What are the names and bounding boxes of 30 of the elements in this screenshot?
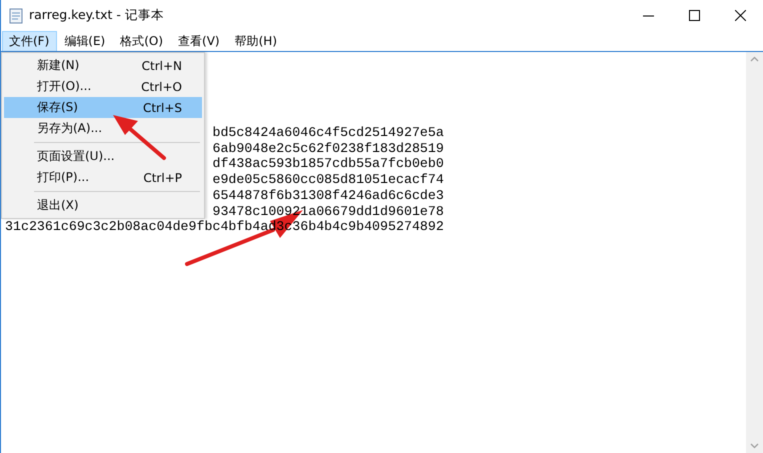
scroll-down-icon[interactable] bbox=[750, 443, 759, 449]
menu-item[interactable]: 帮助(H) bbox=[228, 31, 285, 51]
menu-option[interactable]: 退出(X) bbox=[4, 195, 202, 216]
menu-option[interactable]: 打开(O)... Ctrl+O bbox=[4, 76, 202, 97]
menu-item[interactable]: 文件(F) bbox=[2, 31, 58, 51]
menu-option[interactable]: 另存为(A)... bbox=[4, 118, 202, 139]
scrollbar[interactable] bbox=[746, 52, 763, 453]
shortcut-label: Ctrl+O bbox=[141, 80, 182, 94]
scroll-up-icon[interactable] bbox=[750, 56, 759, 62]
shortcut-label: Ctrl+N bbox=[142, 58, 182, 72]
text-line: e9de05c5860cc085d81051ecacf74 bbox=[212, 172, 444, 188]
shortcut-label: Ctrl+S bbox=[142, 100, 182, 114]
text-line: 6544878f6b31308f4246ad6c6cde3 bbox=[212, 188, 444, 204]
window-title: rarreg.key.txt - 记事本 bbox=[29, 7, 165, 24]
text-line: df438ac593b1857cdb55a7fcb0eb0 bbox=[212, 156, 444, 172]
menu-option[interactable]: 保存(S) Ctrl+S bbox=[4, 97, 202, 118]
menu-item[interactable]: 格式(O) bbox=[113, 31, 172, 51]
menu-option[interactable]: 打印(P)... Ctrl+P bbox=[4, 167, 202, 188]
close-icon bbox=[734, 10, 746, 21]
shortcut-label: Ctrl+P bbox=[143, 170, 182, 184]
text-line: 6ab9048e2c5c62f0238f183d28519 bbox=[212, 140, 444, 156]
text-line: 93478c100921a06679dd1d9601e78 bbox=[212, 204, 444, 220]
menu-option[interactable]: 新建(N) Ctrl+N bbox=[4, 55, 202, 76]
menu-option[interactable]: 页面设置(U)... bbox=[4, 146, 202, 167]
menu-item[interactable]: 编辑(E) bbox=[57, 31, 114, 51]
notepad-icon bbox=[9, 8, 23, 24]
text-line: bd5c8424a6046c4f5cd2514927e5a bbox=[212, 125, 444, 141]
menu-item[interactable]: 查看(V) bbox=[171, 31, 228, 51]
annotation-arrow bbox=[113, 115, 166, 160]
maximize-icon bbox=[688, 10, 700, 21]
